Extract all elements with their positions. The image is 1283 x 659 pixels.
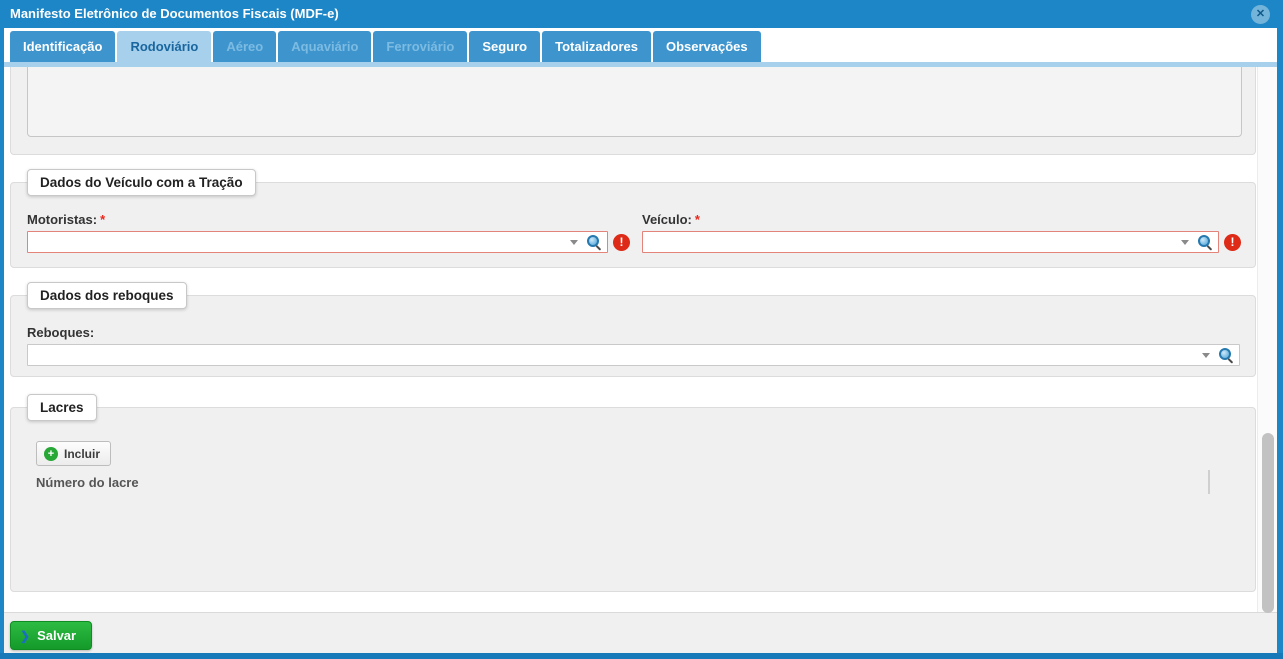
window-border-right: [1277, 28, 1283, 659]
dialog-title: Manifesto Eletrônico de Documentos Fisca…: [10, 6, 339, 21]
motoristas-error-icon: !: [613, 234, 630, 251]
search-icon[interactable]: [1198, 235, 1212, 249]
required-asterisk: *: [695, 212, 700, 227]
tab-observacoes[interactable]: Observações: [653, 31, 761, 62]
mdfe-dialog-window: Manifesto Eletrônico de Documentos Fisca…: [0, 0, 1283, 659]
lacres-column-header: Número do lacre: [36, 475, 139, 490]
reboques-input[interactable]: [28, 346, 1198, 364]
tab-totalizadores[interactable]: Totalizadores: [542, 31, 651, 62]
window-border-bottom: [0, 653, 1283, 659]
tab-aquaviario: Aquaviário: [278, 31, 371, 62]
tab-seguro[interactable]: Seguro: [469, 31, 540, 62]
plus-icon: +: [44, 447, 58, 461]
close-icon[interactable]: ✕: [1251, 5, 1270, 24]
dialog-titlebar: Manifesto Eletrônico de Documentos Fisca…: [0, 0, 1283, 28]
lacres-section-panel: [10, 407, 1256, 592]
window-border-left: [0, 28, 4, 659]
veiculo-combobox[interactable]: [642, 231, 1219, 253]
motoristas-input[interactable]: [28, 233, 566, 251]
save-button-label: Salvar: [37, 628, 76, 643]
tab-rodoviario[interactable]: Rodoviário: [117, 31, 211, 62]
required-asterisk: *: [100, 212, 105, 227]
tab-bar: Identificação Rodoviário Aéreo Aquaviári…: [4, 28, 1277, 62]
chevron-down-icon[interactable]: [1202, 353, 1210, 358]
chevron-down-icon[interactable]: [570, 240, 578, 245]
save-button[interactable]: ❯ Salvar: [10, 621, 92, 650]
motoristas-combobox[interactable]: [27, 231, 608, 253]
lacres-column-divider: [1208, 470, 1210, 494]
vertical-scrollbar-thumb[interactable]: [1262, 433, 1274, 613]
tab-identificacao[interactable]: Identificação: [10, 31, 115, 62]
reboques-label: Reboques:: [27, 325, 94, 340]
reboques-section-legend: Dados dos reboques: [27, 282, 187, 309]
footer-bar: ❯ Salvar: [4, 612, 1277, 653]
lacres-section-legend: Lacres: [27, 394, 97, 421]
search-icon[interactable]: [1219, 348, 1233, 362]
tab-ferroviario: Ferroviário: [373, 31, 467, 62]
vehicle-section-legend: Dados do Veículo com a Tração: [27, 169, 256, 196]
veiculo-label: Veículo:*: [642, 212, 700, 227]
active-tab-strip: [4, 62, 1277, 67]
chevron-down-icon[interactable]: [1181, 240, 1189, 245]
motoristas-label: Motoristas:*: [27, 212, 105, 227]
chevron-right-icon: ❯: [20, 629, 30, 643]
search-icon[interactable]: [587, 235, 601, 249]
tab-aereo: Aéreo: [213, 31, 276, 62]
incluir-button-label: Incluir: [64, 447, 100, 461]
reboques-combobox[interactable]: [27, 344, 1240, 366]
veiculo-error-icon: !: [1224, 234, 1241, 251]
incluir-button[interactable]: + Incluir: [36, 441, 111, 466]
veiculo-input[interactable]: [643, 233, 1177, 251]
